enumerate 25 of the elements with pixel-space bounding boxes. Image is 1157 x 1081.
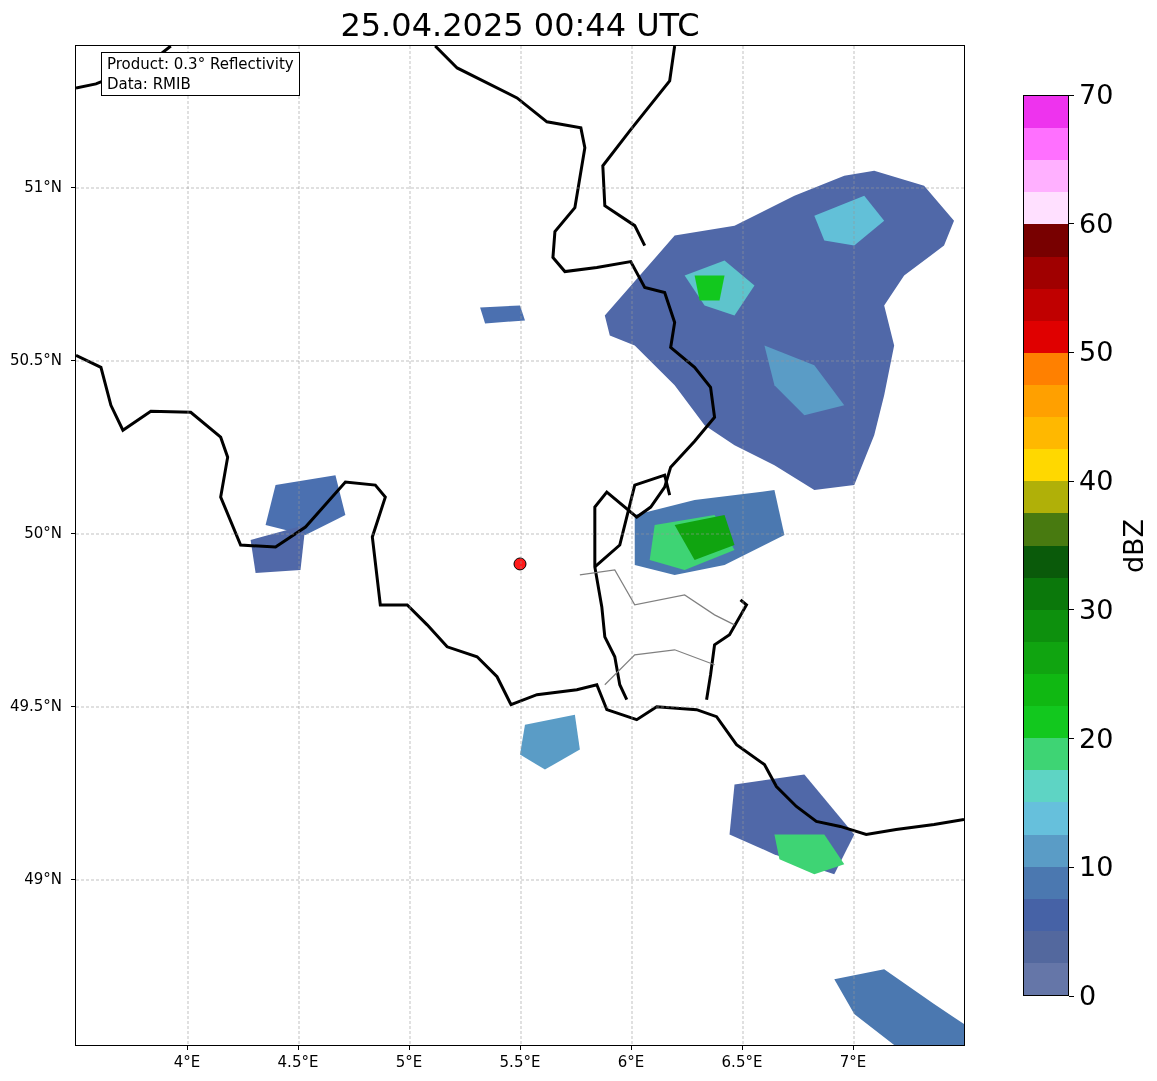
colorbar-tick-label: 30	[1079, 594, 1114, 625]
longitude-label: 5°E	[395, 1052, 423, 1072]
latitude-label: 49.5°N	[9, 696, 62, 716]
colorbar-tick-label: 10	[1079, 852, 1114, 883]
colorbar-tick-label: 60	[1079, 208, 1114, 239]
info-text: Data: RMIB	[107, 74, 192, 94]
longitude-label: 5.5°E	[499, 1052, 541, 1072]
longitude-label: 7°E	[839, 1052, 867, 1072]
longitude-label: 6.5°E	[721, 1052, 763, 1072]
colorbar-tick-label: 20	[1079, 723, 1114, 754]
latitude-label: 49°N	[24, 869, 62, 889]
longitude-label: 4.5°E	[277, 1052, 319, 1072]
longitude-label: 6°E	[617, 1052, 645, 1072]
colorbar-tick-label: 70	[1079, 80, 1114, 110]
chart-title: 25.04.2025 00:44 UTC	[340, 5, 700, 45]
colorbar-label: dBZ	[1119, 518, 1149, 573]
colorbar-tick-label: 40	[1079, 466, 1114, 497]
colorbar-tick-label: 0	[1079, 981, 1097, 1011]
colorbar-tick-label: 50	[1079, 337, 1114, 368]
tick-mark	[1069, 995, 1074, 997]
latitude-label: 51°N	[24, 177, 62, 197]
info-text: Product: 0.3° Reflectivity	[107, 54, 294, 74]
latitude-label: 50.5°N	[9, 350, 62, 370]
latitude-label: 50°N	[24, 523, 62, 543]
longitude-label: 4°E	[173, 1052, 201, 1072]
